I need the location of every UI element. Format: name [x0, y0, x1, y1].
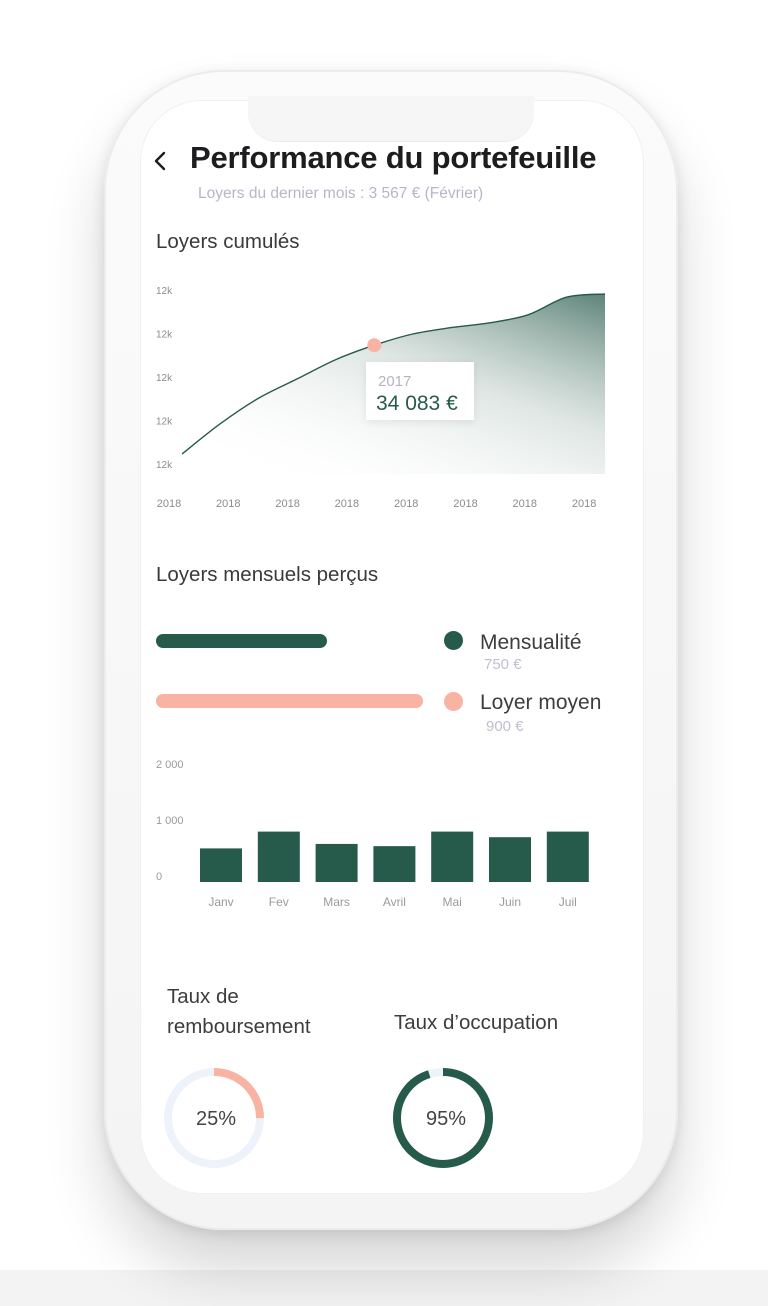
- y-tick-label: 12k: [156, 460, 173, 471]
- monthly-bar-chart: 0 1 000 2 000 Janv Fev Mars Avril Mai Juin Juil: [156, 759, 589, 909]
- x-tick-label: 2018: [572, 498, 596, 510]
- bar: [431, 831, 474, 882]
- x-tick-label: Juil: [559, 895, 577, 909]
- legend-dot-mensualite: [444, 631, 463, 650]
- x-tick-label: Fev: [269, 895, 289, 909]
- occupancy-rate-title: Taux d’occupation: [394, 1011, 559, 1034]
- highlight-point[interactable]: [367, 338, 382, 353]
- tooltip-value: 34 083 €: [376, 392, 458, 415]
- y-tick-label: 2 000: [156, 759, 184, 771]
- y-axis: 0 1 000 2 000: [156, 759, 184, 883]
- legend-label-loyer-moyen: Loyer moyen: [480, 691, 602, 714]
- legend-value-mensualite: 750 €: [484, 656, 522, 673]
- bar: [257, 831, 300, 882]
- legend-bar-loyer-moyen: [156, 694, 423, 708]
- cumulative-section-title: Loyers cumulés: [156, 230, 300, 253]
- x-tick-label: Mai: [443, 895, 462, 909]
- x-tick-label: Avril: [383, 895, 406, 909]
- x-tick-label: 2018: [394, 498, 418, 510]
- legend-value-loyer-moyen: 900 €: [486, 718, 524, 735]
- x-tick-label: 2018: [275, 498, 299, 510]
- y-tick-label: 12k: [156, 286, 173, 297]
- legend-dot-loyer-moyen: [444, 692, 463, 711]
- x-tick-label: 2018: [453, 498, 477, 510]
- x-tick-label: 2018: [335, 498, 359, 510]
- y-tick-label: 0: [156, 871, 162, 883]
- bar: [546, 831, 589, 882]
- tooltip-year: 2017: [378, 373, 411, 390]
- donut-label: 95%: [426, 1108, 466, 1130]
- x-tick-label: 2018: [157, 498, 181, 510]
- y-tick-label: 12k: [156, 330, 173, 341]
- footer-band: [0, 1270, 768, 1306]
- occupancy-rate-donut: 95%: [393, 1068, 493, 1168]
- repayment-rate-title: Taux de remboursement: [167, 985, 311, 1038]
- x-tick-label: 2018: [513, 498, 537, 510]
- chart-tooltip[interactable]: 2017 34 083 €: [366, 362, 474, 420]
- y-tick-label: 12k: [156, 373, 173, 384]
- x-axis: Janv Fev Mars Avril Mai Juin Juil: [208, 895, 576, 909]
- cumulative-chart: 12k12k12k12k12k 2018 2018 2018 2018 2018 2018…: [156, 286, 606, 510]
- x-axis: 2018 2018 2018 2018 2018 2018 2018 2018: [157, 498, 597, 510]
- legend-label-mensualite: Mensualité: [480, 631, 582, 654]
- stage: Performance du portefeuille Loyers du de…: [0, 0, 768, 1306]
- bar: [489, 837, 531, 882]
- page-title: Performance du portefeuille: [190, 140, 597, 175]
- bar: [315, 843, 358, 882]
- legend-bar-mensualite: [156, 634, 327, 648]
- x-tick-label: Mars: [323, 895, 350, 909]
- phone-notch: [248, 96, 534, 142]
- bar: [373, 846, 416, 882]
- legend-bar-mensualite-track: [156, 634, 456, 648]
- x-tick-label: 2018: [216, 498, 240, 510]
- legend-bar-loyer-track: [156, 694, 456, 708]
- page-subtitle: Loyers du dernier mois : 3 567 € (Févrie…: [198, 185, 484, 202]
- x-tick-label: Juin: [499, 895, 521, 909]
- donut-label: 25%: [196, 1108, 236, 1130]
- bar: [200, 848, 242, 882]
- bars: [200, 831, 589, 882]
- back-chevron-icon[interactable]: [150, 150, 172, 172]
- y-tick-label: 1 000: [156, 815, 184, 827]
- y-axis: 12k 12k 12k 12k 12k: [156, 286, 173, 471]
- y-tick-label: 12k: [156, 417, 173, 428]
- x-tick-label: Janv: [208, 895, 233, 909]
- monthly-section-title: Loyers mensuels perçus: [156, 563, 379, 586]
- repayment-rate-donut: 25%: [164, 1068, 264, 1168]
